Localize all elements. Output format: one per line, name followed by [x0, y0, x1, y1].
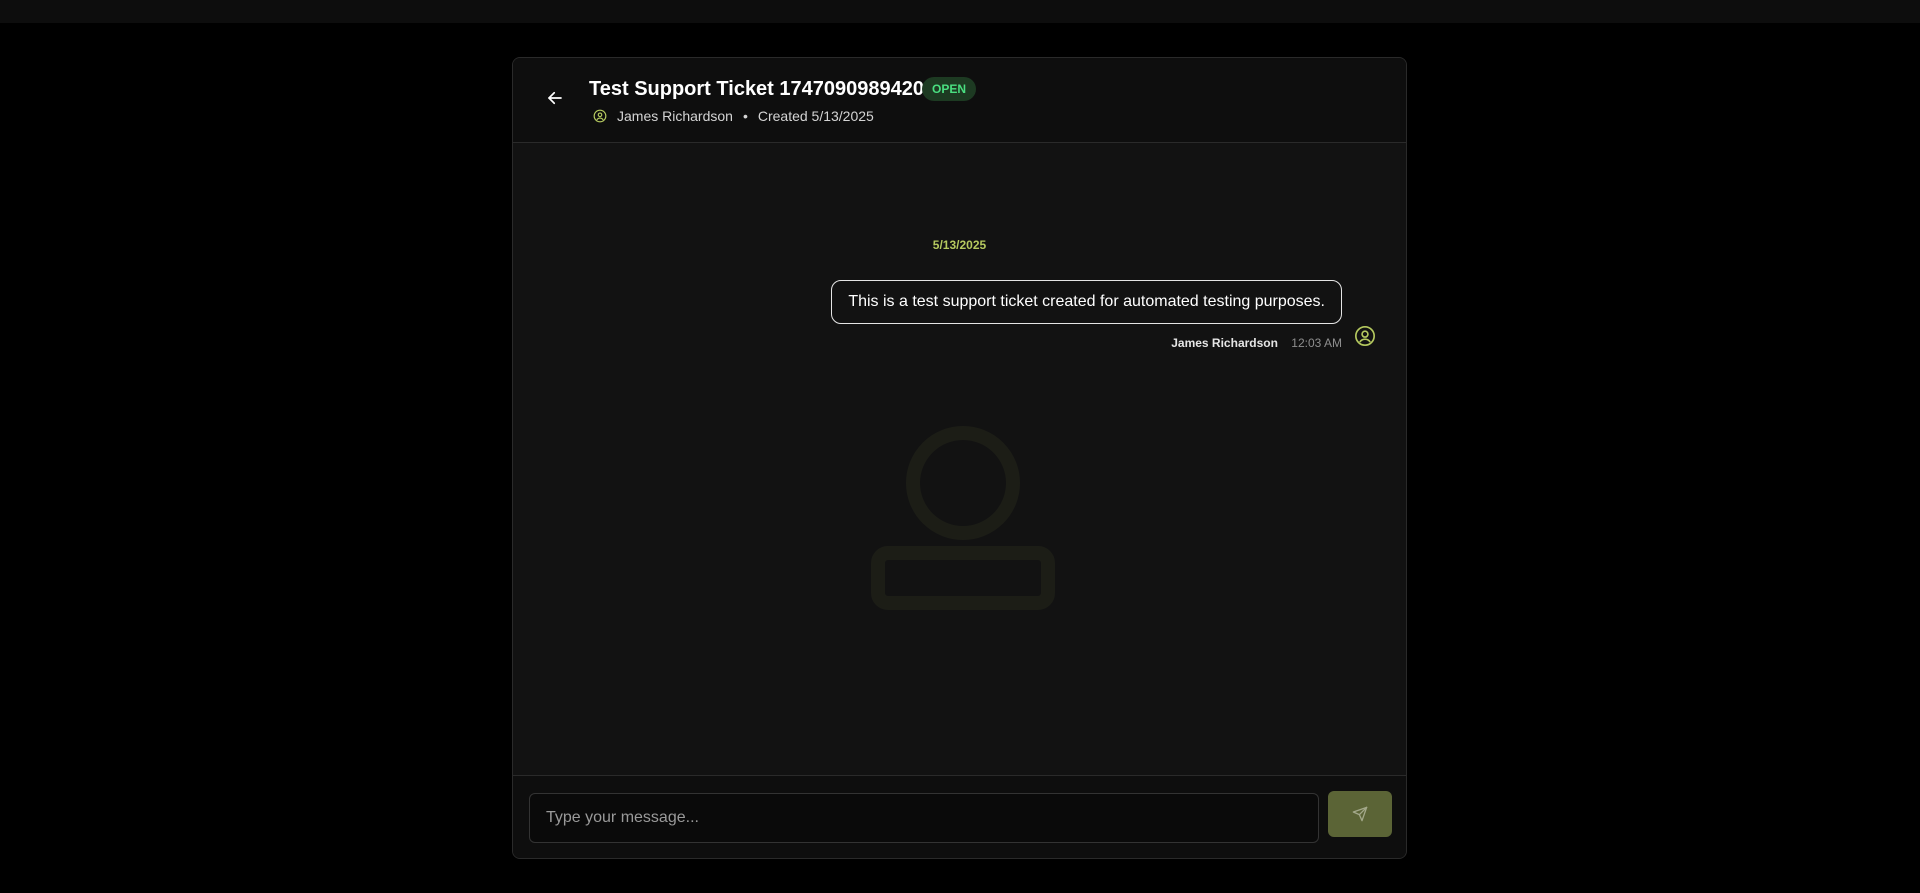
user-circle-icon	[593, 109, 607, 123]
ticket-title: Test Support Ticket 1747090989420	[589, 78, 924, 100]
meta-separator: •	[742, 108, 748, 124]
message-composer	[513, 775, 1406, 858]
back-button[interactable]	[541, 84, 569, 112]
top-bar	[0, 0, 1920, 23]
message-author: James Richardson	[1171, 336, 1278, 350]
message-bubble: This is a test support ticket created fo…	[831, 280, 1342, 324]
send-button[interactable]	[1328, 791, 1392, 837]
message-meta: James Richardson 12:03 AM	[1171, 336, 1342, 350]
user-circle-icon	[1354, 325, 1376, 347]
ticket-meta: James Richardson • Created 5/13/2025	[593, 108, 874, 124]
status-badge: OPEN	[922, 77, 977, 101]
ticket-header: Test Support Ticket 1747090989420 OPEN J…	[513, 58, 1406, 143]
ticket-created-date: Created 5/13/2025	[757, 108, 874, 124]
message-time: 12:03 AM	[1291, 336, 1342, 350]
headset-watermark-icon	[871, 426, 1055, 610]
arrow-left-icon	[548, 91, 562, 105]
date-separator: 5/13/2025	[932, 238, 987, 252]
ticket-author: James Richardson	[617, 108, 733, 124]
send-icon	[1352, 806, 1368, 822]
message-input[interactable]	[529, 793, 1319, 843]
chat-area[interactable]: 5/13/2025 This is a test support ticket …	[513, 143, 1406, 777]
ticket-panel: Test Support Ticket 1747090989420 OPEN J…	[512, 57, 1407, 859]
